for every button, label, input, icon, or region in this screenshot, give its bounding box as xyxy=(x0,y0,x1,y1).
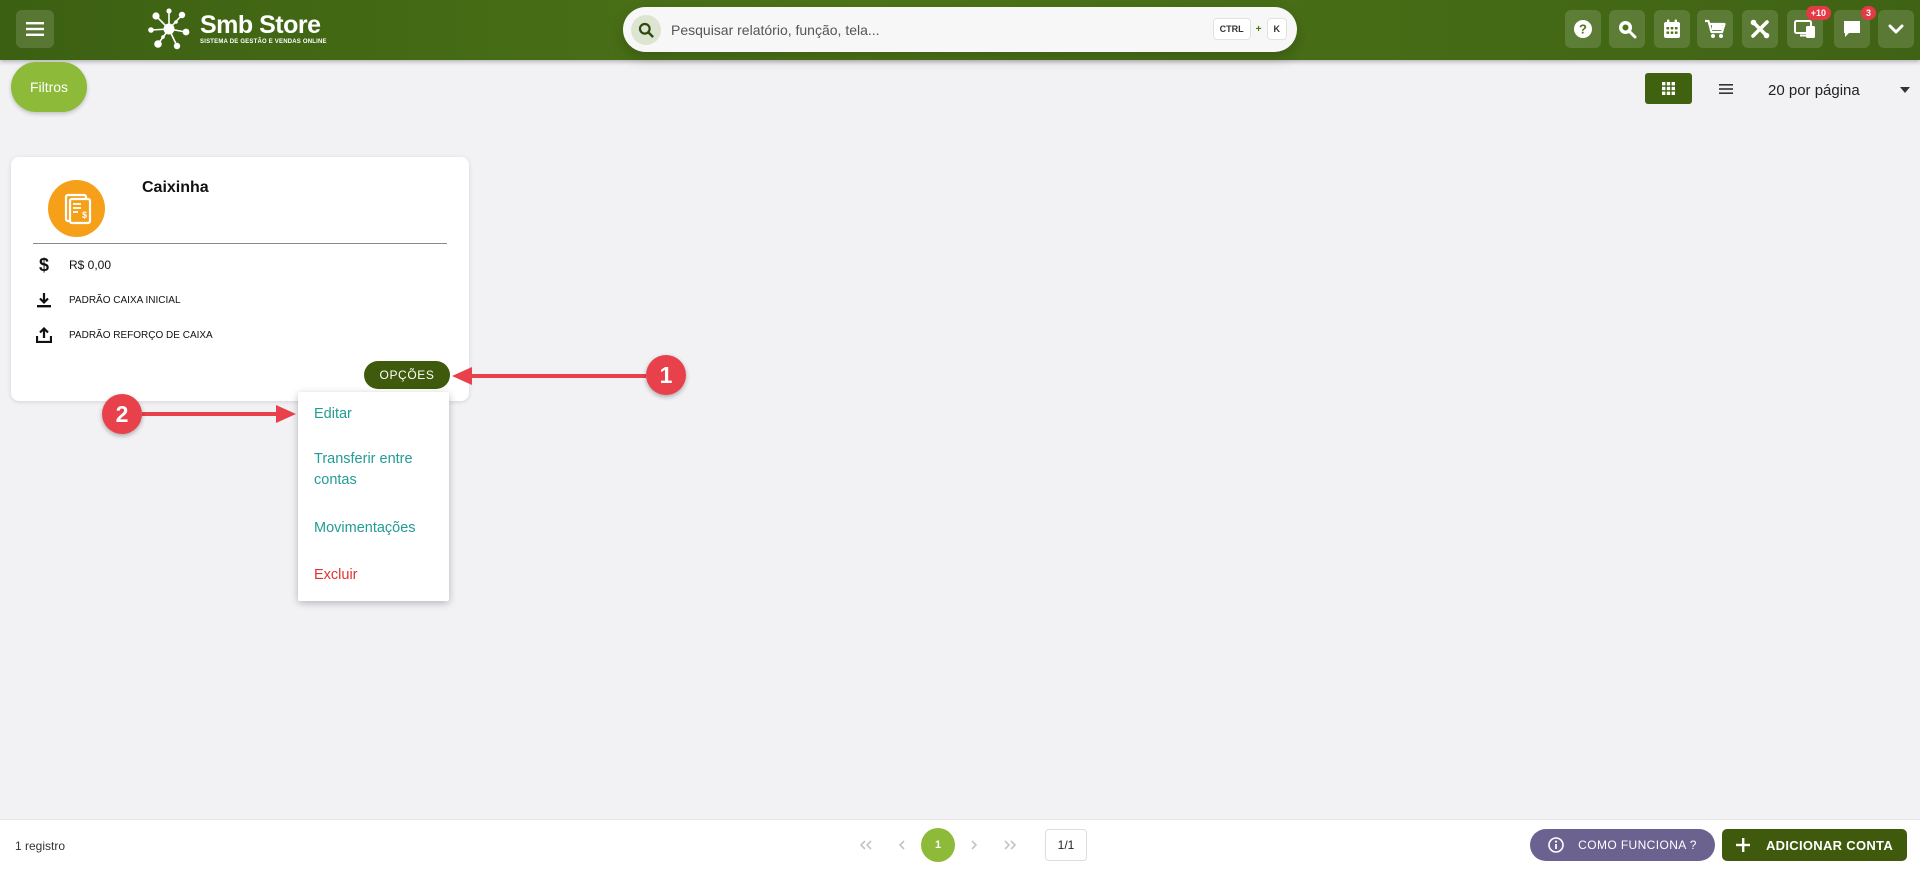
reinforcement-row: PADRÃO REFORÇO DE CAIXA xyxy=(35,326,213,344)
menu-button[interactable] xyxy=(16,10,54,48)
logo-icon xyxy=(148,8,190,50)
global-search[interactable]: CTRL + K xyxy=(623,7,1297,52)
page-info: 1/1 xyxy=(1045,829,1087,861)
options-menu: Editar Transferir entre contas Movimenta… xyxy=(298,392,449,601)
brand-name: Smb Store xyxy=(200,11,321,39)
first-page-button[interactable] xyxy=(848,828,884,862)
initial-cash-label: PADRÃO CAIXA INICIAL xyxy=(69,294,181,306)
help-icon: ? xyxy=(1574,20,1592,38)
balance-value: R$ 0,00 xyxy=(69,258,112,272)
card-divider xyxy=(33,243,447,244)
chat-badge: 3 xyxy=(1860,6,1876,20)
account-title: Caixinha xyxy=(142,179,209,196)
monitor-icon xyxy=(1794,20,1815,38)
top-bar: Smb Store Sistema de gestão e vendas onl… xyxy=(0,0,1920,60)
page-current[interactable]: 1 xyxy=(921,828,955,862)
kbd-ctrl: CTRL xyxy=(1212,18,1251,40)
zoom-search-button[interactable] xyxy=(1609,10,1645,48)
monitor-badge: +10 xyxy=(1805,6,1831,20)
download-icon xyxy=(35,291,53,309)
cart-button[interactable] xyxy=(1697,10,1733,48)
svg-text:$: $ xyxy=(39,256,49,274)
chat-button[interactable]: 3 xyxy=(1834,6,1876,48)
pagination: 1 1/1 xyxy=(848,828,1087,862)
next-page-button[interactable] xyxy=(956,828,992,862)
double-chevron-right-icon xyxy=(1004,840,1017,850)
filters-button[interactable]: Filtros xyxy=(11,62,87,112)
balance-row: $ R$ 0,00 xyxy=(35,256,111,274)
brand-logo[interactable]: Smb Store Sistema de gestão e vendas onl… xyxy=(146,6,327,52)
annotation-marker-1: 1 xyxy=(646,355,686,395)
kbd-k: K xyxy=(1266,18,1287,40)
per-page-value: 20 por página xyxy=(1768,81,1860,99)
help-button[interactable]: ? xyxy=(1565,10,1601,48)
last-page-button[interactable] xyxy=(992,828,1028,862)
monitor-button[interactable]: +10 xyxy=(1787,6,1831,48)
how-it-works-label: COMO FUNCIONA ? xyxy=(1578,838,1697,852)
hamburger-icon xyxy=(26,22,44,36)
info-icon xyxy=(1548,837,1564,853)
svg-text:?: ? xyxy=(1579,22,1587,37)
footer-bar: 1 registro 1 1/1 COMO FUNCIONA ? ADICION… xyxy=(0,819,1920,869)
calendar-icon xyxy=(1664,19,1680,38)
menu-item-edit[interactable]: Editar xyxy=(314,404,434,425)
chevron-down-icon xyxy=(1888,24,1904,34)
search-icon[interactable] xyxy=(631,14,661,45)
zoom-search-icon xyxy=(1619,21,1637,39)
how-it-works-button[interactable]: COMO FUNCIONA ? xyxy=(1530,829,1715,861)
chat-icon xyxy=(1844,21,1860,37)
upload-icon xyxy=(35,326,53,344)
user-menu-button[interactable] xyxy=(1878,10,1914,48)
menu-item-movements[interactable]: Movimentações xyxy=(314,518,434,539)
cart-icon xyxy=(1705,19,1726,38)
account-card: $ Caixinha $ R$ 0,00 PADRÃO CAIXA INICIA… xyxy=(11,157,469,401)
double-chevron-left-icon xyxy=(859,840,872,850)
record-count: 1 registro xyxy=(15,839,66,853)
initial-cash-row: PADRÃO CAIXA INICIAL xyxy=(35,291,181,309)
per-page-select[interactable]: 20 por página xyxy=(1768,78,1910,102)
options-button[interactable]: OPÇÕES xyxy=(364,361,450,389)
kbd-plus: + xyxy=(1255,23,1262,35)
receipt-icon: $ xyxy=(64,193,91,224)
search-input[interactable] xyxy=(671,21,1191,38)
shortcut-hint: CTRL + K xyxy=(1212,18,1287,40)
caret-down-icon xyxy=(1900,87,1910,93)
add-account-button[interactable]: ADICIONAR CONTA xyxy=(1722,829,1907,861)
grid-icon xyxy=(1662,82,1675,95)
svg-text:$: $ xyxy=(81,210,86,220)
prev-page-button[interactable] xyxy=(884,828,920,862)
list-view-button[interactable] xyxy=(1712,73,1740,104)
annotation-arrow-2 xyxy=(142,405,296,423)
add-account-label: ADICIONAR CONTA xyxy=(1765,837,1894,853)
menu-item-transfer[interactable]: Transferir entre contas xyxy=(314,449,434,491)
annotation-overlay xyxy=(142,367,646,423)
dollar-icon: $ xyxy=(35,256,53,274)
calendar-button[interactable] xyxy=(1654,10,1690,48)
plus-icon xyxy=(1735,838,1750,852)
chevron-left-icon xyxy=(898,840,905,850)
annotation-marker-2: 2 xyxy=(102,394,142,434)
account-avatar: $ xyxy=(48,180,105,237)
reinforcement-label: PADRÃO REFORÇO DE CAIXA xyxy=(69,329,213,341)
chevron-right-icon xyxy=(971,840,978,850)
tools-icon xyxy=(1750,19,1770,39)
annotation-arrow-1 xyxy=(452,367,646,385)
brand-tagline: Sistema de gestão e vendas online xyxy=(200,39,327,45)
grid-view-button[interactable] xyxy=(1645,73,1692,104)
list-icon xyxy=(1719,83,1733,94)
menu-item-delete[interactable]: Excluir xyxy=(314,565,434,586)
tools-button[interactable] xyxy=(1742,10,1778,48)
